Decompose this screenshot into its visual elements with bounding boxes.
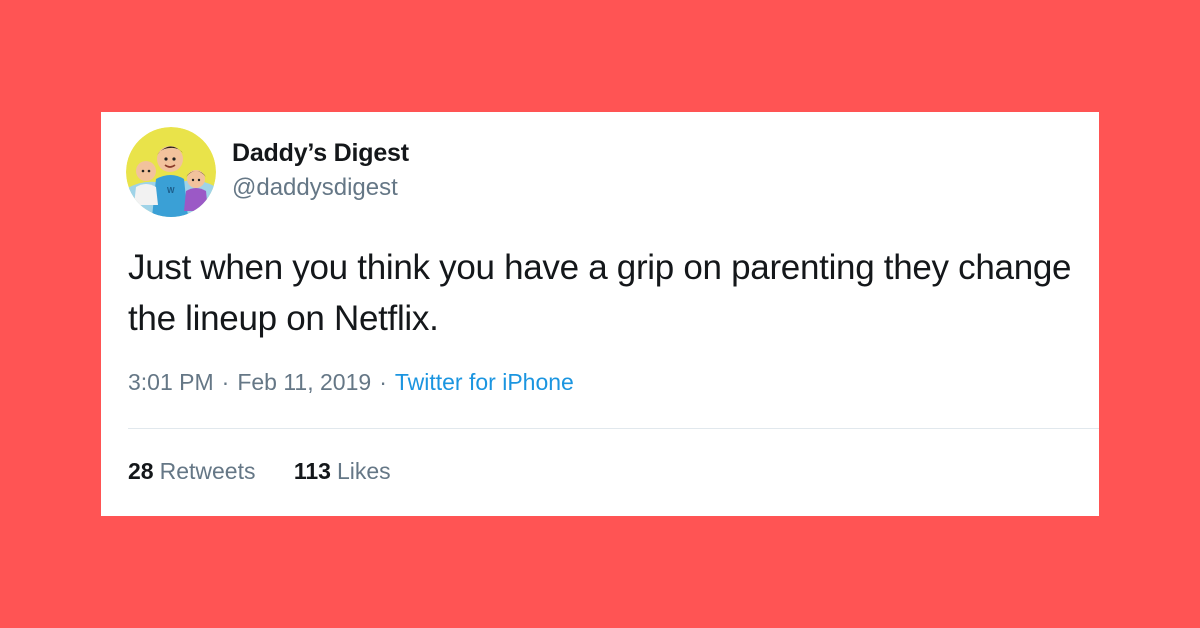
tweet-stats: 28 Retweets 113 Likes bbox=[128, 458, 391, 485]
cartoon-family-avatar-icon: W bbox=[126, 127, 216, 217]
retweets-count: 28 bbox=[128, 458, 154, 484]
likes-count: 113 bbox=[293, 458, 331, 484]
separator: · bbox=[379, 369, 387, 395]
divider bbox=[128, 428, 1099, 429]
retweets-label: Retweets bbox=[159, 458, 256, 484]
tweet-source-link[interactable]: Twitter for iPhone bbox=[395, 369, 574, 395]
tweet-date[interactable]: Feb 11, 2019 bbox=[237, 369, 371, 395]
likes-stat[interactable]: 113 Likes bbox=[294, 458, 391, 485]
user-handle[interactable]: @daddysdigest bbox=[232, 174, 398, 202]
tweet-time[interactable]: 3:01 PM bbox=[128, 369, 214, 395]
avatar[interactable]: W bbox=[126, 127, 216, 217]
retweets-stat[interactable]: 28 Retweets bbox=[128, 458, 255, 485]
tweet-text: Just when you think you have a grip on p… bbox=[128, 248, 1072, 338]
likes-label: Likes bbox=[336, 458, 391, 484]
display-name[interactable]: Daddy’s Digest bbox=[232, 139, 409, 168]
tweet-card: W Daddy’s Digest @daddysdigest Just when… bbox=[101, 112, 1099, 516]
separator: · bbox=[221, 369, 230, 395]
svg-text:W: W bbox=[167, 186, 175, 195]
tweet-metadata: 3:01 PM · Feb 11, 2019 · Twitter for iPhone bbox=[128, 369, 574, 396]
